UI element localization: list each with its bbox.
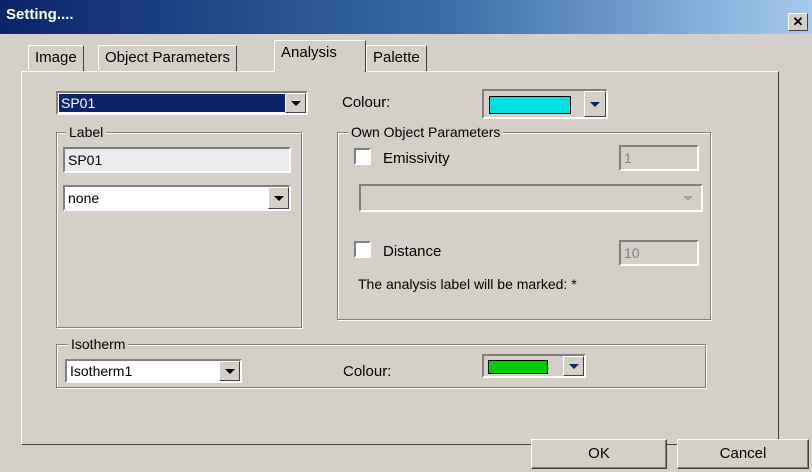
emissivity-checkbox[interactable] <box>354 148 371 165</box>
close-icon: ✕ <box>792 14 804 29</box>
label-name-field[interactable]: SP01 <box>63 147 291 173</box>
label-group-title: Label <box>66 124 107 140</box>
tab-object-parameters[interactable]: Object Parameters <box>98 45 238 71</box>
chevron-down-icon[interactable] <box>285 93 306 113</box>
isotherm-group-title: Isotherm <box>68 336 129 352</box>
isotherm-colour-swatch <box>488 360 548 374</box>
analysis-object-select[interactable]: SP01 <box>56 91 308 115</box>
chevron-down-icon[interactable] <box>584 91 606 117</box>
cancel-button[interactable]: Cancel <box>677 439 809 469</box>
ok-button[interactable]: OK <box>531 439 667 469</box>
colour-picker[interactable] <box>482 89 608 119</box>
label-type-select[interactable]: none <box>63 185 291 211</box>
isotherm-select[interactable]: Isotherm1 <box>65 359 242 383</box>
distance-value-field[interactable]: 10 <box>619 240 699 266</box>
isotherm-colour-picker[interactable] <box>482 354 586 378</box>
emissivity-label: Emissivity <box>383 150 450 167</box>
emissivity-value-field[interactable]: 1 <box>619 145 699 171</box>
close-button[interactable]: ✕ <box>788 13 808 31</box>
colour-swatch <box>489 96 571 114</box>
window-title: Setting.... <box>6 6 74 23</box>
tab-image[interactable]: Image <box>28 45 84 71</box>
own-object-parameters-title: Own Object Parameters <box>348 124 504 140</box>
chevron-down-icon[interactable] <box>219 361 240 381</box>
tab-analysis[interactable]: Analysis <box>274 40 366 72</box>
chevron-down-icon <box>683 196 693 201</box>
distance-checkbox[interactable] <box>354 241 371 258</box>
material-select[interactable] <box>359 184 703 212</box>
chevron-down-icon[interactable] <box>563 356 584 376</box>
analysis-label-note: The analysis label will be marked: * <box>358 276 577 292</box>
distance-label: Distance <box>383 243 442 260</box>
colour-label: Colour: <box>342 94 391 111</box>
chevron-down-icon[interactable] <box>268 187 289 209</box>
isotherm-colour-label: Colour: <box>343 363 392 380</box>
title-bar[interactable]: Setting.... ✕ <box>0 0 812 34</box>
tab-palette[interactable]: Palette <box>366 45 427 71</box>
